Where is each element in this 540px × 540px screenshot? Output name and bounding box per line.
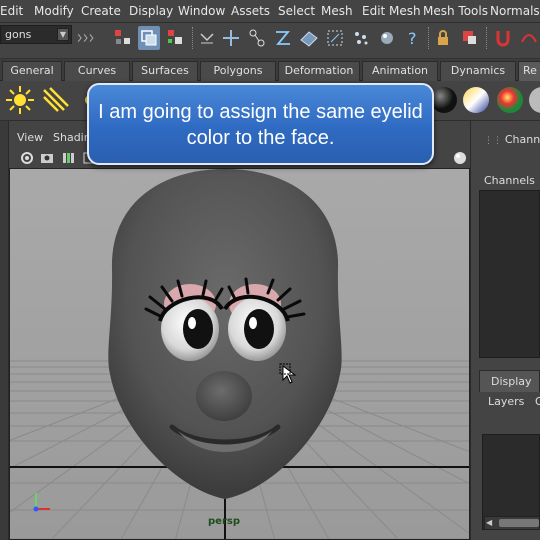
menu-select[interactable]: Select — [278, 4, 315, 18]
camera-name-label: persp — [208, 516, 240, 527]
panel-menu-view[interactable]: View — [17, 131, 43, 144]
tab-deformation[interactable]: Deformation — [278, 61, 360, 81]
channel-box-tab-icon[interactable]: ⋮⋮ Channel — [484, 133, 540, 146]
snap-to-curve-icon[interactable] — [518, 26, 540, 50]
select-dynamics-icon[interactable] — [350, 26, 372, 50]
help-icon[interactable]: ? — [402, 26, 424, 50]
gray-shader-ball-icon[interactable] — [526, 84, 540, 116]
callout-text: I am going to assign the same eyelid col… — [98, 101, 423, 149]
menu-set-dropdown[interactable]: gons ▼ — [0, 25, 72, 44]
menu-create[interactable]: Create — [81, 4, 121, 18]
directional-light-icon[interactable] — [40, 84, 72, 116]
menu-edit[interactable]: Edit — [0, 4, 23, 18]
select-rendering-icon[interactable] — [376, 26, 398, 50]
menu-modify[interactable]: Modify — [34, 4, 74, 18]
ramp-shader-ball-icon[interactable] — [460, 84, 492, 116]
menu-assets[interactable]: Assets — [231, 4, 270, 18]
toolbar-separator — [486, 27, 488, 49]
menu-set-value: gons — [5, 28, 32, 41]
scroll-thumb[interactable] — [499, 519, 539, 527]
highlight-selection-icon[interactable] — [458, 26, 480, 50]
select-by-object-icon[interactable] — [138, 26, 160, 50]
channels-menu[interactable]: Channels — [484, 174, 535, 187]
lock-icon[interactable] — [432, 26, 454, 50]
camera-attributes-icon[interactable] — [19, 150, 35, 166]
options-menu[interactable]: O — [535, 395, 540, 408]
color-shader-ball-icon[interactable] — [494, 84, 526, 116]
filter-icon[interactable] — [196, 26, 218, 50]
select-by-component-icon[interactable] — [164, 26, 186, 50]
tutorial-callout: I am going to assign the same eyelid col… — [87, 83, 434, 165]
main-menu-bar: Edit Modify Create Display Window Assets… — [0, 0, 540, 23]
tab-curves[interactable]: Curves — [64, 61, 130, 81]
tab-polygons[interactable]: Polygons — [200, 61, 276, 81]
channel-box-list[interactable] — [479, 190, 540, 358]
tab-display[interactable]: Display — [479, 370, 540, 392]
collapse-arrows-icon[interactable] — [76, 26, 106, 50]
tab-animation[interactable]: Animation — [362, 61, 438, 81]
tab-surfaces[interactable]: Surfaces — [132, 61, 198, 81]
svg-text:?: ? — [408, 29, 417, 48]
tool-box-strip — [0, 121, 9, 540]
select-by-hierarchy-icon[interactable] — [112, 26, 134, 50]
layers-menu[interactable]: Layers — [488, 395, 524, 408]
perspective-viewport[interactable] — [9, 168, 470, 540]
toolbar-separator — [428, 27, 430, 49]
channel-box-tab-label: Channel — [504, 133, 540, 146]
toolbar-separator — [192, 27, 194, 49]
viewport-scene — [10, 169, 469, 539]
shelf-tab-bar: General Curves Surfaces Polygons Deforma… — [0, 59, 540, 81]
select-curve-icon[interactable] — [272, 26, 294, 50]
bookmarks-icon[interactable] — [39, 150, 55, 166]
film-gate-icon[interactable] — [61, 150, 77, 166]
select-deformation-icon[interactable] — [324, 26, 346, 50]
status-line: gons ▼ ? — [0, 23, 540, 59]
menu-mesh[interactable]: Mesh — [321, 4, 353, 18]
snap-to-grid-icon[interactable] — [492, 26, 514, 50]
menu-normals[interactable]: Normals — [490, 4, 540, 18]
chevron-down-icon[interactable]: ▼ — [57, 28, 69, 41]
select-joint-icon[interactable] — [246, 26, 268, 50]
select-surface-icon[interactable] — [298, 26, 320, 50]
shaded-mode-icon[interactable] — [452, 150, 468, 166]
menu-mesh-tools[interactable]: Mesh Tools — [423, 4, 488, 18]
tab-general[interactable]: General — [2, 61, 62, 81]
tab-rendering[interactable]: Re — [518, 61, 540, 81]
tab-display-label: Display — [491, 375, 532, 388]
scroll-left-icon[interactable]: ◀ — [486, 518, 496, 528]
tab-dynamics[interactable]: Dynamics — [440, 61, 516, 81]
layer-scrollbar[interactable]: ◀ — [484, 516, 540, 530]
menu-window[interactable]: Window — [178, 4, 225, 18]
select-handle-icon[interactable] — [220, 26, 242, 50]
menu-display[interactable]: Display — [129, 4, 173, 18]
ambient-light-icon[interactable] — [4, 84, 36, 116]
menu-edit-mesh[interactable]: Edit Mesh — [362, 4, 421, 18]
